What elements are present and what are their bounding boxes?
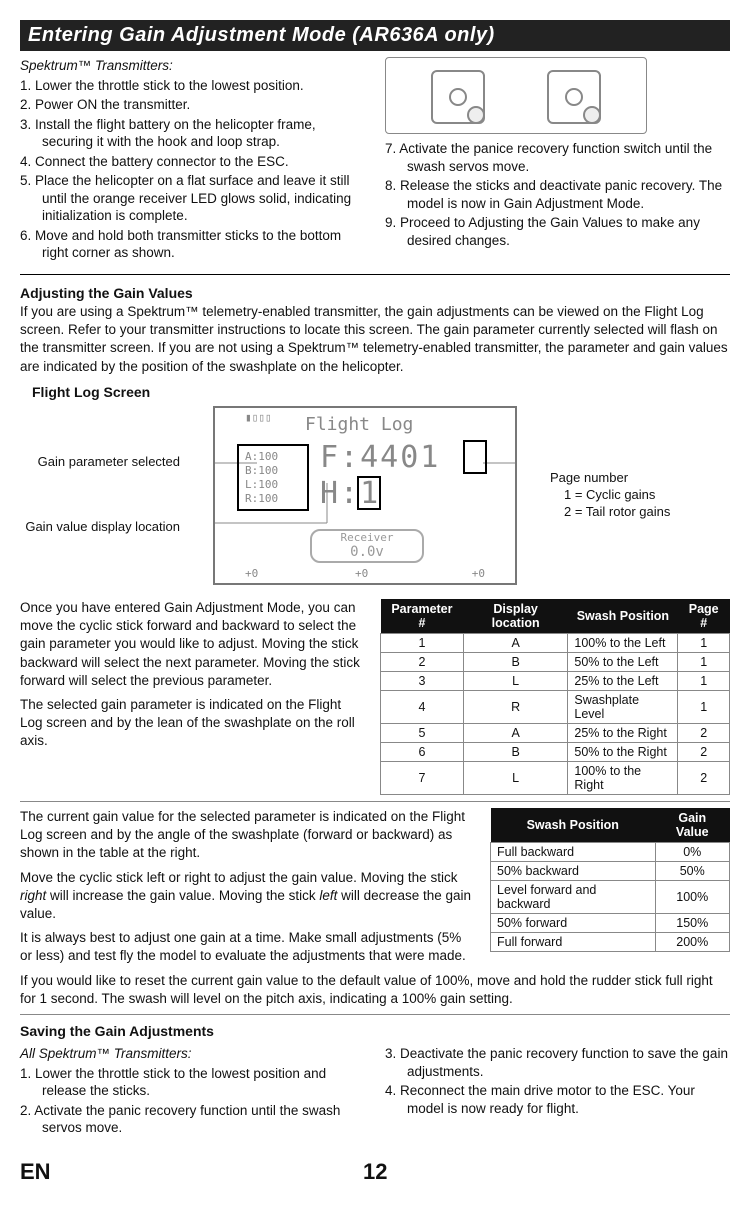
transmitter-diagram [385,57,647,134]
step: 8. Release the sticks and deactivate pan… [385,177,730,212]
screen-f: F:4401 [320,440,440,475]
gain-value-table: Swash Position Gain Value Full backward0… [490,808,730,952]
th-swash: Swash Position [568,599,678,634]
section1-left: Spektrum™ Transmitters: 1. Lower the thr… [20,57,365,264]
gain-p1: The current gain value for the selected … [20,808,474,863]
th-gain-val: Gain Value [655,808,729,843]
th-page: Page # [678,599,730,634]
callout-page1: 1 = Cyclic gains [550,487,730,502]
parameter-table: Parameter # Display location Swash Posit… [380,599,730,795]
saving-header: Saving the Gain Adjustments [20,1023,730,1039]
step: 2. Activate the panic recovery function … [20,1102,365,1137]
table-row: 50% backward50% [491,861,730,880]
step: 4. Reconnect the main drive motor to the… [385,1082,730,1117]
gain-p4: If you would like to reset the current g… [20,972,730,1008]
table-row: 50% forward150% [491,913,730,932]
screen-plus: +0 [245,567,258,580]
table-row: Full backward0% [491,842,730,861]
step: 9. Proceed to Adjusting the Gain Values … [385,214,730,249]
gain-p3: It is always best to adjust one gain at … [20,929,474,965]
step: 1. Lower the throttle stick to the lowes… [20,1065,365,1100]
step: 5. Place the helicopter on a flat surfac… [20,172,365,225]
adjusting-text: If you are using a Spektrum™ telemetry-e… [20,303,730,376]
screen-receiver: Receiver [341,531,394,544]
step: 1. Lower the throttle stick to the lowes… [20,77,365,95]
param-intro2: The selected gain parameter is indicated… [20,696,364,751]
param-intro1: Once you have entered Gain Adjustment Mo… [20,599,364,690]
table-row: 1A100% to the Left1 [381,633,730,652]
step: 4. Connect the battery connector to the … [20,153,365,171]
callout-param: Gain parameter selected [20,454,180,469]
screen-plus-r: +0 [472,567,485,580]
screen-title: Flight Log [305,414,413,435]
callout-page2: 2 = Tail rotor gains [550,504,730,519]
footer-lang: EN [20,1159,51,1185]
table-row: 2B50% to the Left1 [381,652,730,671]
footer-page: 12 [363,1159,387,1185]
table-row: 3L25% to the Left1 [381,671,730,690]
screen-plus-c: +0 [355,567,368,580]
section1-right: 7. Activate the panice recovery function… [385,57,730,264]
saving-sub: All Spektrum™ Transmitters: [20,1045,365,1063]
table-row: 4RSwashplate Level1 [381,690,730,723]
step: 3. Install the flight battery on the hel… [20,116,365,151]
table-row: 6B50% to the Right2 [381,742,730,761]
table-row: Full forward200% [491,932,730,951]
th-display: Display location [463,599,568,634]
th-param: Parameter # [381,599,464,634]
section1-header: Spektrum™ Transmitters: [20,57,365,75]
th-swash-pos: Swash Position [491,808,656,843]
table-row: 5A25% to the Right2 [381,723,730,742]
gain-p2: Move the cyclic stick left or right to a… [20,869,474,924]
step: 3. Deactivate the panic recovery functio… [385,1045,730,1080]
step: 2. Power ON the transmitter. [20,96,365,114]
screen-volts: 0.0v [350,544,384,560]
flightlog-header: Flight Log Screen [32,384,730,400]
callout-page: Page number [550,470,730,485]
step: 6. Move and hold both transmitter sticks… [20,227,365,262]
adjusting-header: Adjusting the Gain Values [20,285,730,301]
page-title: Entering Gain Adjustment Mode (AR636A on… [20,20,730,51]
table-row: Level forward and backward100% [491,880,730,913]
step: 7. Activate the panice recovery function… [385,140,730,175]
callout-value: Gain value display location [20,519,180,534]
table-row: 7L100% to the Right2 [381,761,730,794]
flight-log-screen: ▮▯▯▯ Flight Log F:4401 H:1 A:100 B:100 L… [213,406,517,585]
